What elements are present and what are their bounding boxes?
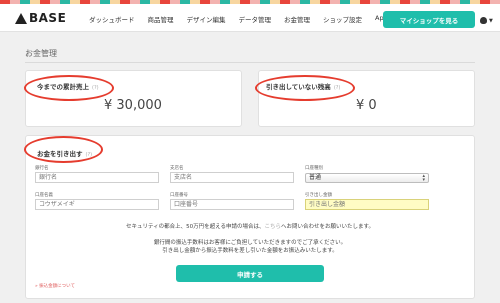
nav-data[interactable]: データ管理 <box>239 14 272 24</box>
annotation-oval <box>255 75 355 101</box>
logo-text: BASE <box>29 11 67 25</box>
top-navbar: BASE ダッシュボード 商品管理 デザイン編集 データ管理 お金管理 ショップ… <box>0 4 500 32</box>
transfer-amount-link[interactable]: » 振込金額について <box>35 283 75 289</box>
account-holder-label: 口座名義 <box>35 193 53 198</box>
branch-name-input[interactable] <box>170 172 294 183</box>
annotation-oval <box>24 136 103 163</box>
fee-notice: 銀行間の振込手数料はお客様にご負担していただきますのでご了承ください。 <box>153 240 347 246</box>
user-icon <box>480 17 487 24</box>
select-arrows-icon: ▴ ▾ <box>422 173 425 183</box>
logo[interactable]: BASE <box>15 11 66 25</box>
bank-name-input[interactable] <box>35 172 159 183</box>
divider <box>25 62 475 63</box>
account-type-value: 普通 <box>309 174 322 181</box>
apply-button[interactable]: 申請する <box>176 265 324 282</box>
page-title: お金管理 <box>25 49 57 58</box>
branch-name-label: 支店名 <box>170 166 184 171</box>
main-nav: ダッシュボード 商品管理 デザイン編集 データ管理 お金管理 ショップ設定 Ap… <box>89 14 404 24</box>
nav-dashboard[interactable]: ダッシュボード <box>89 14 135 24</box>
withdraw-amount-input[interactable] <box>305 199 429 210</box>
logo-icon <box>15 12 27 24</box>
account-type-label: 口座種別 <box>305 166 323 171</box>
balance-amount: ¥ 0 <box>356 98 377 113</box>
account-number-label: 口座番号 <box>170 193 188 198</box>
caret-down-icon: ▼ <box>489 17 493 24</box>
account-type-select[interactable]: 普通 ▴ ▾ <box>305 173 429 183</box>
security-notice: セキュリティの都合上、50万円を超える申請の場合は、こちらへお問い合わせをお願い… <box>25 222 475 230</box>
nav-money[interactable]: お金管理 <box>284 14 310 24</box>
contact-link[interactable]: こちら <box>265 224 282 230</box>
total-sales-amount: ¥ 30,000 <box>104 98 162 113</box>
my-shop-button[interactable]: マイショップを見る <box>383 11 475 28</box>
bank-name-label: 銀行名 <box>35 166 49 171</box>
security-notice-text: セキュリティの都合上、50万円を超える申請の場合は、 <box>126 224 265 230</box>
amount-label: 引き出し金額 <box>305 193 332 198</box>
user-menu[interactable]: ▼ <box>480 17 493 24</box>
fee-notice-2: 引き出し金額から振込手数料を差し引いた金額をお振込みいたします。 <box>162 248 338 254</box>
nav-design[interactable]: デザイン編集 <box>187 14 226 24</box>
annotation-oval <box>24 75 114 101</box>
account-number-input[interactable] <box>170 199 294 210</box>
nav-shop-settings[interactable]: ショップ設定 <box>323 14 362 24</box>
security-notice-text-end: へお問い合わせをお願いいたします。 <box>281 224 374 230</box>
account-holder-input[interactable] <box>35 199 159 210</box>
nav-products[interactable]: 商品管理 <box>148 14 174 24</box>
